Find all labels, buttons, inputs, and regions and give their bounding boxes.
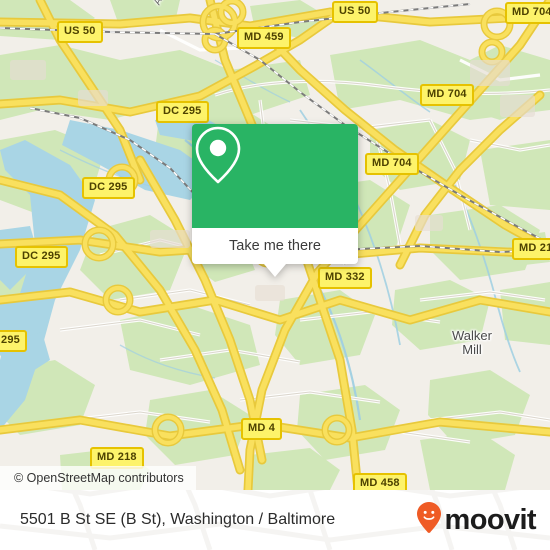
footer-bar: 5501 B St SE (B St), Washington / Baltim…	[0, 490, 550, 550]
osm-attribution[interactable]: © OpenStreetMap contributors	[0, 466, 196, 490]
road-shield-us-50-north[interactable]: US 50	[332, 1, 378, 23]
road-shield-md-214[interactable]: MD 214	[512, 238, 550, 260]
road-shield-md-704-mid[interactable]: MD 704	[420, 84, 474, 106]
popup-header	[192, 124, 358, 228]
moovit-brand[interactable]: moovit	[416, 501, 537, 539]
take-me-there-label: Take me there	[229, 238, 321, 254]
road-shield-md-704-south[interactable]: MD 704	[365, 153, 419, 175]
destination-popup-card[interactable]: Take me there	[192, 124, 358, 277]
road-shield-md-459[interactable]: MD 459	[237, 27, 291, 49]
place-label-walker-mill: Walker Mill	[452, 328, 492, 357]
moovit-map-screenshot: Anacostia US 50 US 50 MD 459 MD 704 MD 7…	[0, 0, 550, 550]
road-shield-md-458[interactable]: MD 458	[353, 473, 407, 490]
road-shield-dc-295-south[interactable]: DC 295	[15, 246, 68, 268]
moovit-smiley-pin-icon	[416, 501, 442, 539]
osm-attribution-text: © OpenStreetMap contributors	[14, 471, 184, 485]
popup-pointer	[264, 264, 286, 277]
road-shield-295[interactable]: 295	[0, 330, 27, 352]
popup-footer[interactable]: Take me there	[192, 228, 358, 277]
road-shield-md-4[interactable]: MD 4	[241, 418, 283, 440]
road-shield-us-50-west[interactable]: US 50	[57, 21, 103, 43]
road-shield-dc-295-mid[interactable]: DC 295	[82, 177, 135, 199]
address-label: 5501 B St SE (B St), Washington / Baltim…	[20, 511, 336, 528]
map-canvas[interactable]: Anacostia US 50 US 50 MD 459 MD 704 MD 7…	[0, 0, 550, 490]
road-shield-md-332[interactable]: MD 332	[318, 267, 372, 289]
road-shield-dc-295-north[interactable]: DC 295	[156, 101, 209, 123]
moovit-wordmark: moovit	[444, 503, 537, 536]
road-shield-md-704-ne[interactable]: MD 704	[505, 2, 550, 24]
